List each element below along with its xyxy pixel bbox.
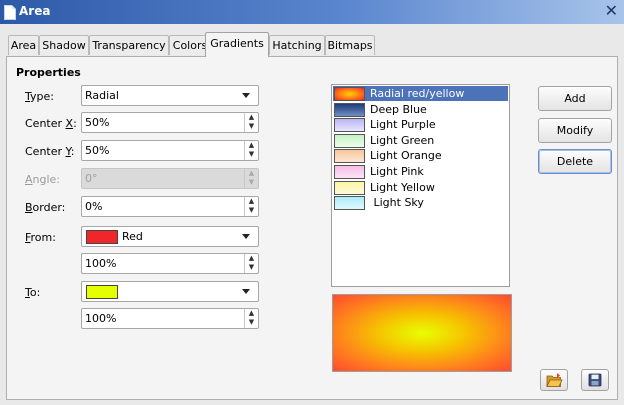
from-intensity-value: 100% — [85, 257, 117, 270]
to-label: To: — [25, 286, 40, 299]
tab-shadow[interactable]: Shadow — [39, 35, 89, 55]
delete-button[interactable]: Delete — [538, 149, 612, 174]
gradient-name: Radial red/yellow — [370, 87, 465, 100]
gradient-swatch — [334, 133, 365, 148]
angle-label: Angle: — [25, 173, 60, 186]
label-accel: A — [25, 173, 33, 186]
label-text: Center — [25, 117, 66, 130]
chevron-down-icon — [242, 289, 250, 294]
gradient-name: Light Pink — [370, 165, 424, 178]
angle-spinbox: 0° ▲ ▼ — [81, 168, 259, 189]
modify-button[interactable]: Modify — [538, 118, 612, 143]
gradient-list-item[interactable]: Light Orange — [333, 148, 508, 164]
gradient-list-item[interactable]: Light Yellow — [333, 180, 508, 195]
from-color-swatch — [86, 230, 118, 244]
to-intensity-spinbox[interactable]: 100% ▲ ▼ — [81, 308, 259, 329]
gradient-swatch — [334, 102, 365, 117]
label-text: : — [70, 145, 75, 158]
from-color-name: Red — [122, 230, 143, 243]
center-x-label: Center X: — [25, 117, 77, 130]
spin-arrows-icon[interactable]: ▲ ▼ — [244, 197, 258, 216]
type-value: Radial — [85, 89, 119, 102]
center-y-label: Center Y: — [25, 145, 75, 158]
label-accel: X — [65, 117, 74, 130]
title-bar: Area ✕ — [0, 0, 624, 24]
gradient-name: Light Sky — [370, 196, 424, 210]
gradient-name: Deep Blue — [370, 102, 427, 116]
border-spinbox[interactable]: 0% ▲ ▼ — [81, 196, 259, 217]
label-text: rom: — [30, 231, 56, 244]
gradient-list-item[interactable]: Radial red/yellow — [333, 86, 508, 101]
gradient-list-item[interactable]: Light Pink — [333, 164, 508, 179]
gradient-name: Light Yellow — [370, 180, 435, 194]
to-color-swatch — [86, 285, 118, 299]
border-label: Border: — [25, 201, 65, 214]
center-y-value: 50% — [85, 144, 110, 157]
center-y-spinbox[interactable]: 50% ▲ ▼ — [81, 140, 259, 161]
gradient-name: Light Orange — [370, 149, 442, 163]
gradient-swatch — [334, 149, 365, 164]
spin-arrows-icon: ▲ ▼ — [244, 169, 258, 188]
gradient-list-item[interactable]: Light Purple — [333, 117, 508, 133]
chevron-down-icon — [242, 93, 250, 98]
from-label: From: — [25, 231, 56, 244]
close-icon[interactable]: ✕ — [605, 1, 618, 20]
center-x-value: 50% — [85, 116, 110, 129]
type-label: Type: — [25, 90, 54, 103]
from-intensity-spinbox[interactable]: 100% ▲ ▼ — [81, 253, 259, 274]
tab-area[interactable]: Area — [8, 35, 39, 55]
gradient-name: Light Purple — [370, 118, 436, 132]
add-button[interactable]: Add — [538, 86, 612, 111]
gradient-list-item[interactable]: Deep Blue — [333, 102, 508, 117]
floppy-disk-icon — [588, 373, 602, 387]
gradient-swatch — [334, 87, 365, 101]
document-icon — [4, 5, 16, 20]
center-x-spinbox[interactable]: 50% ▲ ▼ — [81, 112, 259, 133]
save-gradients-button[interactable] — [581, 369, 609, 391]
tab-gradients[interactable]: Gradients — [205, 32, 269, 57]
spin-arrows-icon[interactable]: ▲ ▼ — [244, 254, 258, 273]
window-title: Area — [19, 4, 51, 18]
from-color-dropdown[interactable]: Red — [81, 226, 259, 247]
border-value: 0% — [85, 200, 103, 213]
angle-value: 0° — [85, 172, 98, 185]
open-folder-icon — [546, 373, 563, 387]
spin-arrows-icon[interactable]: ▲ ▼ — [244, 141, 258, 160]
spin-arrows-icon[interactable]: ▲ ▼ — [244, 309, 258, 328]
to-intensity-value: 100% — [85, 312, 117, 325]
tab-hatching[interactable]: Hatching — [269, 35, 325, 55]
properties-heading: Properties — [16, 66, 81, 79]
tab-bitmaps[interactable]: Bitmaps — [325, 35, 375, 55]
gradient-list-item[interactable]: Light Sky — [333, 195, 508, 211]
label-text: : — [73, 117, 77, 130]
label-text: ngle: — [32, 173, 61, 186]
label-text: ype: — [30, 90, 54, 103]
gradient-list-item[interactable]: Light Green — [333, 133, 508, 148]
label-text: Center — [25, 145, 66, 158]
label-accel: B — [25, 201, 33, 214]
gradient-list[interactable]: Radial red/yellow Deep Blue Light Purple Li… — [331, 84, 510, 287]
gradient-preview — [332, 294, 512, 372]
gradient-swatch — [334, 165, 365, 179]
label-text: o: — [29, 286, 41, 299]
gradient-swatch — [334, 118, 365, 133]
to-color-dropdown[interactable] — [81, 281, 259, 302]
tab-transparency[interactable]: Transparency — [89, 35, 169, 55]
gradient-name: Light Green — [370, 133, 435, 147]
spin-arrows-icon[interactable]: ▲ ▼ — [244, 113, 258, 132]
type-dropdown[interactable]: Radial — [81, 85, 259, 106]
gradient-swatch — [334, 180, 365, 195]
label-text: order: — [32, 201, 66, 214]
load-gradients-button[interactable] — [540, 369, 568, 391]
chevron-down-icon — [242, 234, 250, 239]
gradient-swatch — [334, 196, 365, 211]
